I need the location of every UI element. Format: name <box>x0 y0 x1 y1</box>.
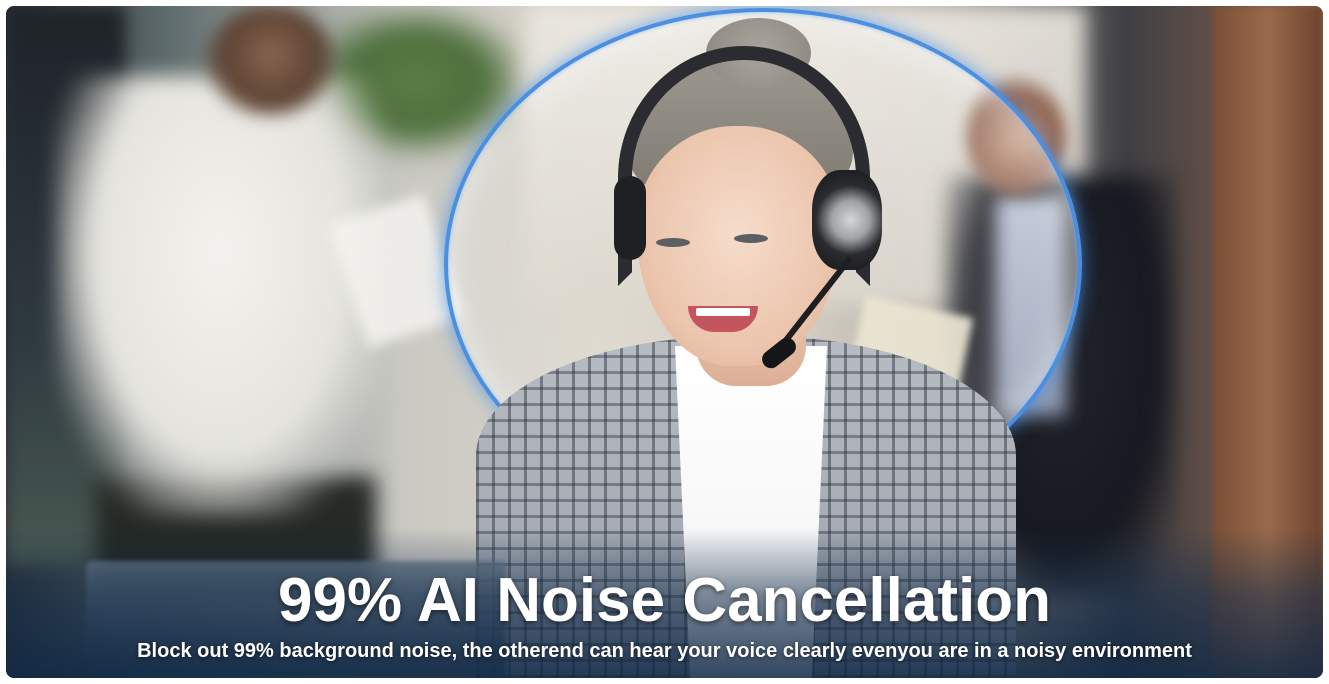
blurred-man-left <box>56 76 386 516</box>
subline-text: Block out 99% background noise, the othe… <box>137 640 1192 662</box>
blurred-man-left-head <box>206 6 336 116</box>
headset-left-earcup <box>614 176 646 260</box>
product-banner: 99% AI Noise Cancellation Block out 99% … <box>6 6 1323 678</box>
woman-teeth <box>696 308 750 316</box>
headline-text: 99% AI Noise Cancellation <box>278 566 1051 635</box>
headset-right-earcup <box>812 170 882 270</box>
